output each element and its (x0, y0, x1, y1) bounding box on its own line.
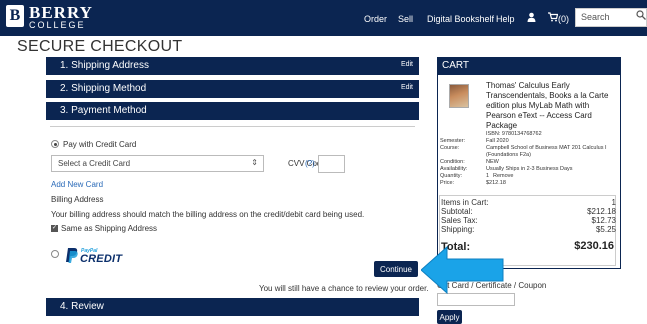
section-shipping-method[interactable]: 2. Shipping Method Edit (46, 80, 419, 98)
continue-button[interactable]: Continue (374, 261, 418, 277)
shipping-value: $5.25 (595, 225, 616, 234)
divider (50, 126, 415, 127)
items-in-cart-label: Items in Cart: (441, 198, 489, 207)
select-updown-icon: ⇕ (251, 158, 258, 167)
nav-order-link[interactable]: Order (364, 14, 387, 24)
paypal-credit-radio[interactable] (51, 250, 59, 258)
credit-card-select[interactable]: Select a Credit Card ⇕ (51, 155, 264, 172)
edit-shipping-method-link[interactable]: Edit (401, 84, 413, 91)
items-in-cart-value: 1 (611, 198, 616, 207)
search-icon[interactable] (636, 10, 646, 23)
nav-digital-bookshelf-link[interactable]: Digital Bookshelf (427, 14, 494, 24)
detail-value-course: Campbell School of Business MAT 201 Calc… (486, 145, 607, 158)
detail-key-quantity: Quantity: (440, 173, 463, 179)
subtotal-value: $212.18 (587, 207, 616, 216)
book-title[interactable]: Thomas' Calculus Early Transcendentals, … (486, 81, 619, 131)
detail-value-semester: Fall 2020 (486, 138, 509, 144)
section-shipping-address-label: 1. Shipping Address (60, 60, 149, 71)
detail-key-price: Price: (440, 180, 455, 186)
shipping-label: Shipping: (441, 225, 475, 234)
billing-address-heading: Billing Address (51, 195, 104, 204)
cart-count[interactable]: (0) (558, 14, 569, 24)
detail-value-condition: NEW (486, 159, 499, 165)
section-review-label: 4. Review (60, 301, 104, 312)
section-review: 4. Review (46, 298, 419, 316)
detail-value-availability: Usually Ships in 2-3 Business Days (486, 166, 573, 172)
user-account-icon[interactable] (527, 12, 536, 25)
page-title: SECURE CHECKOUT (17, 38, 183, 55)
section-shipping-address[interactable]: 1. Shipping Address Edit (46, 57, 419, 75)
berry-logo-icon[interactable]: B (6, 5, 24, 27)
nav-help-link[interactable]: Help (496, 14, 515, 24)
book-isbn: ISBN: 9780134768762 (486, 131, 542, 137)
pay-credit-label: Pay with Credit Card (63, 140, 137, 149)
review-note: You will still have a chance to review y… (259, 284, 429, 293)
detail-value-price: $212.18 (486, 180, 506, 186)
edit-shipping-address-link[interactable]: Edit (401, 61, 413, 68)
add-new-card-link[interactable]: Add New Card (51, 180, 103, 189)
credit-card-select-value: Select a Credit Card (58, 159, 131, 168)
berry-college-logo[interactable]: BERRY COLLEGE (29, 3, 93, 31)
subtotal-label: Subtotal: (441, 207, 473, 216)
logo-sub-text: COLLEGE (29, 20, 86, 30)
section-payment-method-label: 3. Payment Method (60, 105, 147, 116)
same-as-shipping-checkbox[interactable]: ✓ (51, 225, 58, 232)
detail-key-condition: Condition: (440, 159, 465, 165)
book-cover-image[interactable] (449, 84, 469, 108)
section-payment-method: 3. Payment Method (46, 102, 419, 120)
detail-key-semester: Semester: (440, 138, 466, 144)
detail-key-course: Course: (440, 145, 460, 151)
sales-tax-label: Sales Tax: (441, 216, 478, 225)
cvv-input[interactable] (318, 155, 345, 173)
paypal-credit-text: CREDIT (80, 253, 123, 265)
same-as-shipping-label: Same as Shipping Address (61, 224, 158, 233)
pay-credit-radio[interactable] (51, 140, 59, 148)
remove-item-link[interactable]: Remove (493, 173, 533, 180)
billing-note: Your billing address should match the bi… (51, 210, 365, 219)
total-value: $230.16 (574, 240, 614, 252)
sales-tax-value: $12.73 (591, 216, 616, 225)
cvv-help-link[interactable]: (?) (305, 159, 315, 168)
detail-key-availability: Availability: (440, 166, 468, 172)
logo-main-text: BERRY (29, 3, 93, 22)
nav-sell-link[interactable]: Sell (398, 14, 413, 24)
pointer-arrow-icon (421, 245, 504, 295)
paypal-p-icon (66, 248, 78, 263)
detail-value-quantity: 1 (486, 173, 490, 179)
apply-button[interactable]: Apply (437, 310, 462, 324)
top-navbar: B BERRY COLLEGE Order Sell Digital Books… (0, 0, 647, 36)
cart-icon[interactable] (548, 12, 559, 25)
section-shipping-method-label: 2. Shipping Method (60, 83, 147, 94)
cart-header: CART (437, 57, 621, 75)
